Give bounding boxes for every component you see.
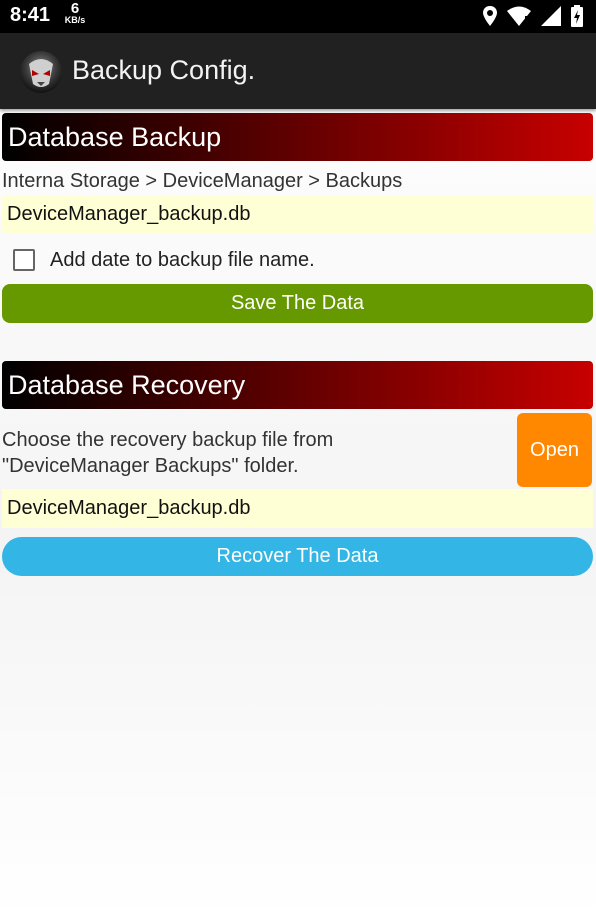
network-speed-value: 6	[70, 0, 80, 17]
add-date-label[interactable]: Add date to backup file name.	[50, 249, 315, 272]
recovery-file-name-field[interactable]: DeviceManager_backup.db	[2, 489, 593, 528]
status-bar: 8:41 6 KB/s	[0, 0, 596, 33]
status-time: 8:41	[10, 4, 51, 26]
location-icon	[482, 5, 498, 27]
save-data-button[interactable]: Save The Data	[2, 284, 593, 323]
backup-path: Interna Storage > DeviceManager > Backup…	[2, 170, 403, 192]
signal-icon	[540, 5, 562, 27]
add-date-option[interactable]: Add date to backup file name.	[13, 246, 315, 274]
status-icons	[482, 5, 584, 27]
wifi-icon	[506, 5, 532, 27]
backup-file-name-field[interactable]: DeviceManager_backup.db	[2, 195, 593, 234]
network-speed: 6 KB/s	[60, 1, 90, 25]
recovery-instruction-line1: Choose the recovery backup file from	[2, 429, 334, 451]
battery-charging-icon	[570, 5, 584, 27]
recover-data-button[interactable]: Recover The Data	[2, 537, 593, 576]
app-bar: Backup Config.	[0, 33, 596, 109]
open-button[interactable]: Open	[517, 413, 592, 487]
add-date-checkbox[interactable]	[13, 249, 35, 271]
backup-section-header: Database Backup	[2, 113, 593, 161]
recovery-instruction: Choose the recovery backup file from "De…	[2, 427, 333, 479]
recovery-section-header: Database Recovery	[2, 361, 593, 409]
recovery-instruction-line2: "DeviceManager Backups" folder.	[2, 455, 299, 477]
network-speed-unit: KB/s	[64, 15, 86, 25]
alien-mask-icon	[19, 50, 63, 94]
app-title: Backup Config.	[72, 55, 256, 85]
